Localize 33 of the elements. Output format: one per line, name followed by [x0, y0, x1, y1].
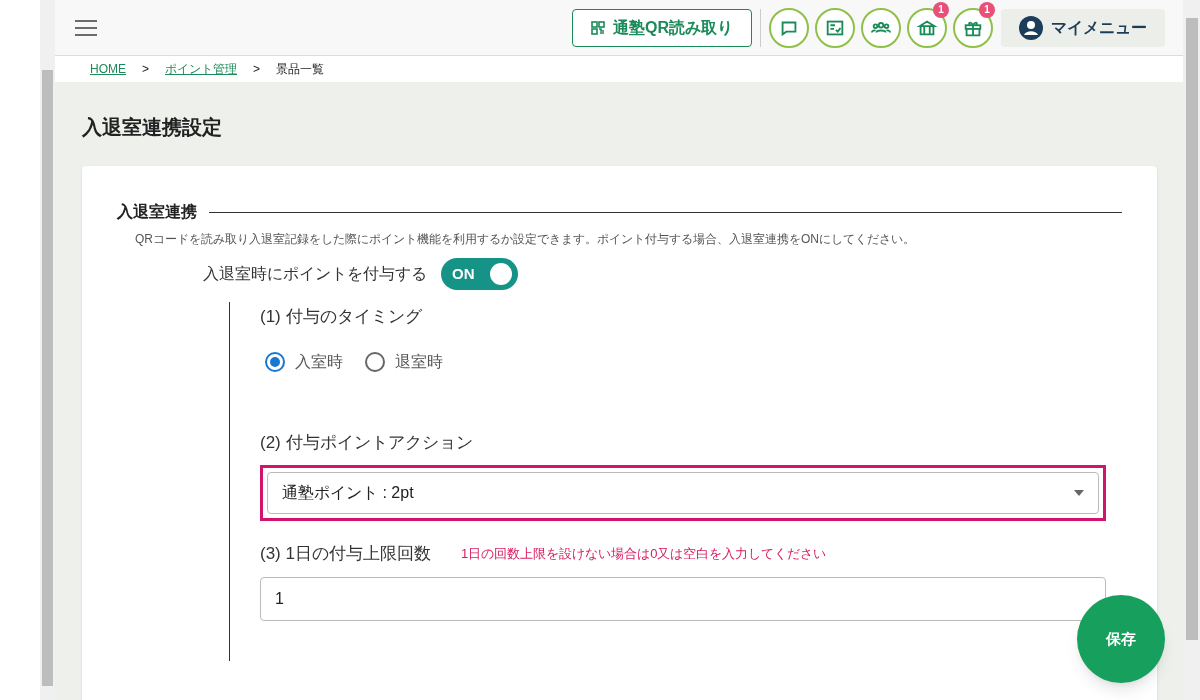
scrollbar[interactable] — [1183, 0, 1200, 700]
breadcrumb-text: > — [142, 61, 149, 78]
radio-option[interactable]: 入室時 — [265, 349, 343, 374]
user-icon — [1019, 15, 1043, 40]
breadcrumb-text: 景品一覧 — [276, 61, 325, 78]
notification-badge: 1 — [979, 1, 995, 18]
caret-icon — [1074, 490, 1084, 496]
menu-icon[interactable] — [75, 19, 97, 36]
toggle-label: 入退室時にポイントを付与する — [203, 264, 427, 284]
breadcrumb-link[interactable]: HOME — [90, 60, 126, 78]
field-label: (2) 付与ポイントアクション — [260, 431, 474, 454]
chat-button[interactable] — [769, 7, 809, 48]
notification-badge: 1 — [933, 1, 949, 18]
breadcrumb-text: > — [253, 61, 261, 78]
qr-icon — [591, 20, 605, 35]
group-button[interactable] — [861, 7, 901, 48]
scrollbar[interactable] — [40, 0, 55, 700]
checklist-button[interactable] — [815, 7, 855, 48]
toggle-switch[interactable]: ON — [441, 258, 518, 290]
qr-read-button[interactable]: 通塾QR読み取り — [572, 8, 752, 47]
section-description: QRコードを読み取り入退室記録をした際にポイント機能を利用するか設定できます。ポイント付与する場合、入退室連携をONにしてください。 — [134, 231, 916, 248]
radio-option[interactable]: 退室時 — [365, 349, 443, 374]
section-title: 入退室連携 — [117, 202, 197, 222]
limit-input[interactable]: 1 — [260, 576, 1106, 621]
field-hint: 1日の回数上限を設けない場合は0又は空白を入力してください — [460, 545, 827, 563]
gift-button[interactable] — [953, 7, 993, 48]
field-label: (3) 1日の付与上限回数 — [260, 543, 431, 565]
point-action-select[interactable]: 通塾ポイント : 2pt — [267, 472, 1099, 514]
shop-button[interactable] — [907, 7, 947, 48]
field-label: (1) 付与のタイミング — [260, 306, 423, 328]
page-title: 入退室連携設定 — [81, 115, 223, 140]
my-menu-button[interactable]: マイメニュー — [1001, 8, 1165, 47]
breadcrumb-link[interactable]: ポイント管理 — [165, 60, 237, 78]
